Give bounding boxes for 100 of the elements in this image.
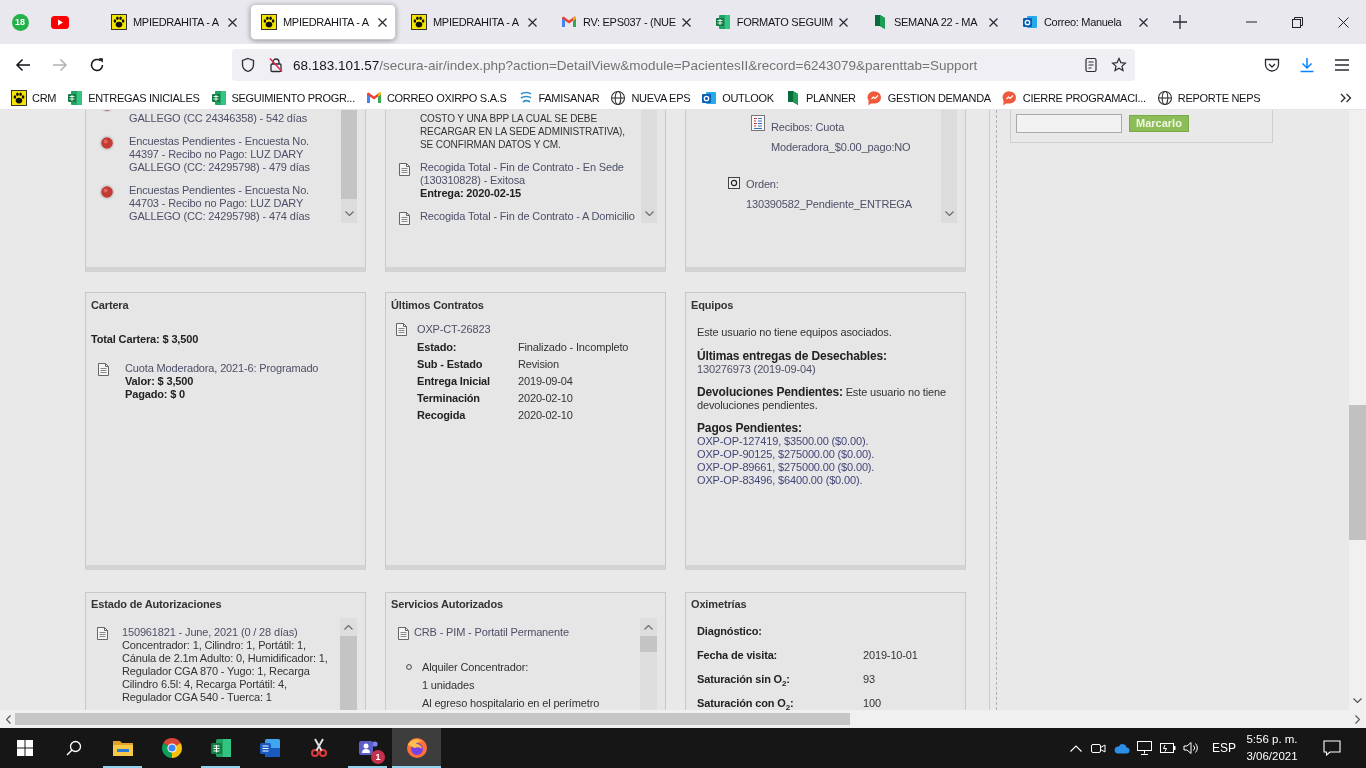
scroll-up-icon[interactable] xyxy=(344,625,353,630)
bookmark-item[interactable]: GESTION DEMANDA xyxy=(866,89,991,106)
fee-link[interactable]: Cuota Moderadora, 2021-6: Programado xyxy=(125,362,359,375)
scrollbar-thumb[interactable] xyxy=(640,636,657,652)
bookmark-item[interactable]: CIERRE PROGRAMACI... xyxy=(1001,89,1146,106)
chevron-shield-icon[interactable] xyxy=(1264,57,1280,73)
document-icon xyxy=(399,163,410,176)
panel-title: Equipos xyxy=(691,298,735,312)
spreadsheet-icon xyxy=(210,89,227,106)
crossed-lock-icon[interactable] xyxy=(268,57,284,73)
survey-link[interactable]: Encuestas Pendientes - Encuesta No. 44703 - Recibo no Pago: LUZ DARY GALLEGO (CC: 24295798) - 474 días xyxy=(129,184,333,223)
survey-link[interactable]: GALLEGO (CC 24346358) - 542 días xyxy=(129,112,333,125)
battery-icon[interactable] xyxy=(1159,743,1176,753)
clock-time[interactable]: 5:56 p. m. xyxy=(1246,731,1298,748)
field-value: 2019-09-04 xyxy=(518,374,574,389)
scroll-down-icon[interactable] xyxy=(1353,698,1362,703)
bookmark-item[interactable]: PLANNER xyxy=(784,89,856,106)
minimize-icon[interactable] xyxy=(1245,21,1257,23)
bookmark-item[interactable]: SEGUIMIENTO PROGR... xyxy=(210,89,355,106)
language-indicator[interactable]: ESP xyxy=(1206,741,1242,755)
authorization-link[interactable]: 150961821 - June, 2021 (0 / 28 días) xyxy=(122,626,338,639)
contract-link[interactable]: OXP-CT-26823 xyxy=(417,323,491,336)
close-icon[interactable] xyxy=(228,17,237,27)
input-field[interactable] xyxy=(1016,114,1122,133)
close-icon[interactable] xyxy=(528,17,537,27)
browser-tab[interactable]: MPIEDRAHITA - A xyxy=(400,4,546,40)
scroll-left-icon[interactable] xyxy=(6,714,11,724)
double-chevron-icon[interactable] xyxy=(1340,92,1352,103)
bullet-icon xyxy=(406,664,412,670)
equipment-note: Este usuario no tiene equipos asociados. xyxy=(697,326,893,339)
document-tile-icon xyxy=(257,736,282,760)
close-icon[interactable] xyxy=(378,17,387,27)
payment-link[interactable]: OXP-OP-127419, $3500.00 ($0.00). xyxy=(697,435,959,448)
reader-view-icon[interactable] xyxy=(1083,57,1099,73)
menu-icon[interactable] xyxy=(1334,59,1350,71)
delivery-date: Entrega: 2020-02-15 xyxy=(420,187,523,200)
browser-tab[interactable]: MPIEDRAHITA - A xyxy=(100,4,246,40)
windows-logo-icon[interactable] xyxy=(16,740,33,756)
browser-tab[interactable]: FORMATO SEGUIM xyxy=(703,4,857,40)
pickup-link[interactable]: Recogida Total - Fin de Contrato - A Domicilio xyxy=(420,210,641,223)
restore-icon[interactable] xyxy=(1291,16,1303,28)
scrollbar-thumb[interactable] xyxy=(340,636,357,710)
bookmark-item[interactable]: CORREO OXIRPO S.A.S xyxy=(365,89,507,106)
scroll-down-icon[interactable] xyxy=(344,211,354,216)
bookmark-item[interactable]: ENTREGAS INICIALES xyxy=(67,89,200,106)
bookmark-item[interactable]: CRM xyxy=(11,89,57,106)
survey-link[interactable]: Encuestas Pendientes - Encuesta No. 44397 - Recibo no Pago: LUZ DARY GALLEGO (CC: 24295798) - 479 días xyxy=(129,135,333,174)
chat-bubble-icon xyxy=(866,89,883,106)
close-icon[interactable] xyxy=(1138,17,1148,27)
clock-date[interactable]: 3/06/2021 xyxy=(1246,748,1298,765)
order-link[interactable]: Orden: 130390582_Pendiente_ENTREGA xyxy=(746,174,941,214)
close-icon[interactable] xyxy=(1337,16,1349,28)
pickup-link[interactable]: Recogida Total - Fin de Contrato - En Sede (130310828) - Exitosa xyxy=(420,161,641,187)
scroll-down-icon[interactable] xyxy=(944,211,954,216)
monitor-icon[interactable] xyxy=(1137,741,1152,755)
browser-tab[interactable]: Correo: Manuela xyxy=(1010,4,1157,40)
close-icon[interactable] xyxy=(681,17,691,27)
shield-icon[interactable] xyxy=(240,57,256,73)
reload-icon xyxy=(89,57,105,73)
download-icon[interactable] xyxy=(1299,57,1315,73)
star-icon[interactable] xyxy=(1111,57,1127,73)
search-icon[interactable] xyxy=(65,740,82,756)
fee-detail: Pagado: $ 0 xyxy=(125,388,187,401)
speaker-icon[interactable] xyxy=(1182,741,1199,755)
bookmark-item[interactable]: FAMISANAR xyxy=(517,89,600,106)
receipt-link[interactable]: Recibos: Cuota Moderadora_$0.00_pago:NO xyxy=(771,117,941,157)
browser-tab[interactable]: MPIEDRAHITA - A xyxy=(250,4,396,40)
browser-tab[interactable]: SEMANA 22 - MA xyxy=(860,4,1007,40)
payment-link[interactable]: OXP-OP-89661, $275000.00 ($0.00). xyxy=(697,461,959,474)
video-camera-icon[interactable] xyxy=(1091,741,1106,755)
browser-tab[interactable]: RV: EPS037 - (NUE xyxy=(550,4,700,40)
chevron-up-icon[interactable] xyxy=(1069,744,1082,752)
scrollbar-thumb[interactable] xyxy=(15,713,850,725)
address-bar[interactable]: 68.183.101.57/secura-air/index.php?action=DetailView&module=PacientesII&record=6243079&parenttab=Support xyxy=(232,49,1135,81)
field-value: 100 xyxy=(863,696,882,710)
taskbar-app-button[interactable] xyxy=(392,728,441,768)
play-icon[interactable] xyxy=(51,15,69,29)
taskbar-app-button[interactable]: 1 xyxy=(343,728,392,768)
scroll-down-icon[interactable] xyxy=(644,211,654,216)
forward-arrow-icon xyxy=(52,58,68,72)
scroll-right-icon[interactable] xyxy=(1355,714,1360,724)
delivery-link[interactable]: 130276973 (2019-09-04) xyxy=(697,363,959,376)
scroll-up-icon[interactable] xyxy=(644,625,653,630)
cloud-icon[interactable] xyxy=(1113,742,1130,754)
bookmark-item[interactable]: NUEVA EPS xyxy=(610,89,691,106)
payment-link[interactable]: OXP-OP-90125, $275000.00 ($0.00). xyxy=(697,448,959,461)
new-tab-icon[interactable] xyxy=(1172,15,1187,29)
field-label: Terminación xyxy=(417,391,481,406)
notification-icon[interactable] xyxy=(1323,740,1341,756)
panel-title: Oximetrías xyxy=(691,597,748,611)
bookmark-item[interactable]: REPORTE NEPS xyxy=(1156,89,1261,106)
scrollbar-thumb[interactable] xyxy=(341,110,357,199)
bookmark-item[interactable]: OUTLOOK xyxy=(701,89,774,106)
scrollbar-thumb[interactable] xyxy=(1349,405,1366,540)
field-value: 93 xyxy=(863,672,876,686)
close-icon[interactable] xyxy=(988,17,998,27)
field-label: Fecha de visita: xyxy=(697,648,779,662)
payment-link[interactable]: OXP-OP-83496, $6400.00 ($0.00). xyxy=(697,474,959,487)
close-icon[interactable] xyxy=(838,17,848,27)
service-link[interactable]: CRB - PIM - Portatil Permanente xyxy=(414,626,640,640)
